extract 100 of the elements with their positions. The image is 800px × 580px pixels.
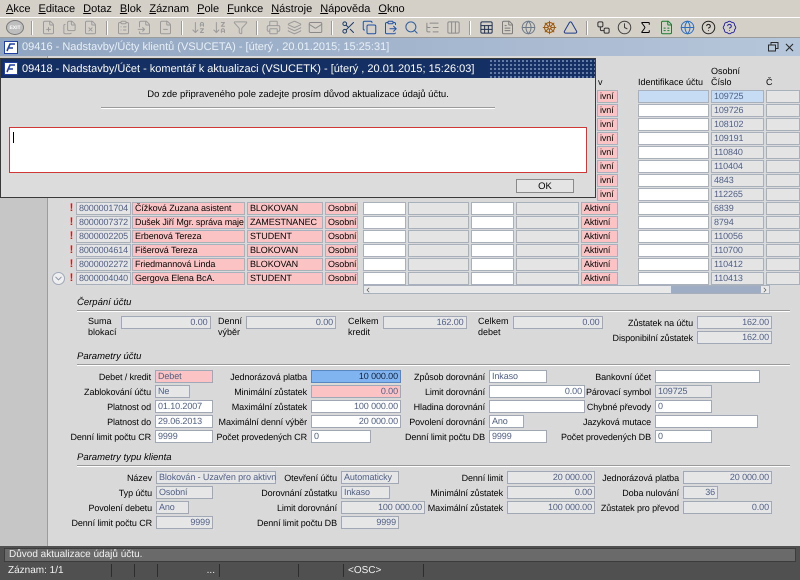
input-field[interactable]: 0.00 [683, 501, 772, 514]
menu-item[interactable]: Funkce [223, 2, 268, 14]
menu-item[interactable]: Okno [374, 2, 409, 14]
sort-ascending-icon[interactable] [191, 20, 206, 35]
menu-item[interactable]: Nápověda [316, 2, 374, 14]
input-field[interactable]: 9999 [489, 430, 547, 443]
menu-item[interactable]: Editace [34, 2, 80, 14]
scroll-right-icon[interactable] [761, 286, 769, 294]
globe-icon[interactable] [521, 20, 536, 35]
input-field[interactable]: 9999 [155, 430, 213, 443]
table-cell[interactable] [638, 132, 709, 144]
input-field[interactable]: Debet [155, 370, 213, 383]
table-cell[interactable] [471, 244, 514, 256]
table-cell[interactable] [363, 244, 406, 256]
input-field[interactable]: Blokován - Uzavřen pro aktivn [156, 471, 276, 484]
menu-item[interactable]: Akce [2, 2, 34, 14]
input-field[interactable]: Automaticky [341, 471, 399, 484]
input-field[interactable]: 10 000.00 [311, 370, 401, 383]
input-field[interactable]: 100 000.00 [341, 501, 425, 514]
scroll-down-icon[interactable] [52, 272, 64, 284]
table-cell[interactable] [363, 272, 406, 284]
document-icon[interactable] [500, 20, 515, 35]
table-cell[interactable] [363, 258, 406, 270]
input-field[interactable]: 0.00 [311, 385, 401, 398]
input-field[interactable]: 0.00 [120, 316, 211, 329]
table-cell[interactable] [638, 90, 709, 102]
input-field[interactable]: 20 000.00 [311, 415, 401, 428]
input-field[interactable]: 29.06.2013 [155, 415, 213, 428]
paste-icon[interactable] [383, 20, 398, 35]
horizontal-scrollbar[interactable] [363, 285, 770, 294]
menu-item[interactable]: Záznam [145, 2, 194, 14]
input-field[interactable]: 162.00 [697, 316, 772, 329]
spreadsheet-icon[interactable] [659, 20, 674, 35]
table-cell[interactable] [638, 202, 709, 214]
file-arrow-icon[interactable] [137, 20, 152, 35]
input-field[interactable]: Inkaso [341, 486, 390, 499]
scroll-left-icon[interactable] [364, 286, 372, 294]
table-cell[interactable] [471, 258, 514, 270]
menu-item[interactable]: Pole [193, 2, 224, 14]
input-field[interactable]: 0.00 [512, 316, 603, 329]
input-field[interactable]: Ne [155, 385, 190, 398]
input-field[interactable]: 0 [655, 430, 712, 443]
sort-descending-icon[interactable] [212, 20, 227, 35]
input-field[interactable]: 100 000.00 [311, 400, 401, 413]
table-cell[interactable] [471, 272, 514, 284]
copy-icon[interactable] [362, 20, 377, 35]
file-x-icon[interactable] [83, 20, 98, 35]
workflow-icon[interactable] [596, 20, 611, 35]
input-field[interactable]: 0.00 [489, 385, 585, 398]
input-field[interactable]: Inkaso [489, 370, 547, 383]
input-field[interactable]: Ano [156, 501, 189, 514]
input-field[interactable]: 20 000.00 [507, 471, 595, 484]
comment-field[interactable] [9, 127, 587, 173]
table-cell[interactable] [363, 216, 406, 228]
table-cell[interactable] [638, 118, 709, 130]
input-field[interactable]: 0 [655, 400, 712, 413]
input-field[interactable] [489, 400, 585, 413]
table-cell[interactable] [638, 244, 709, 256]
restore-icon[interactable] [768, 42, 779, 52]
input-field[interactable]: 0.00 [246, 316, 336, 329]
input-field[interactable]: 20 000.00 [683, 471, 772, 484]
menu-item[interactable]: Blok [116, 2, 146, 14]
table-cell[interactable] [638, 230, 709, 242]
input-field[interactable]: 162.00 [697, 331, 772, 344]
help-icon[interactable] [722, 20, 737, 35]
file-minus-icon[interactable] [158, 20, 173, 35]
wheel-icon[interactable] [542, 20, 557, 35]
clock-icon[interactable] [617, 20, 632, 35]
input-field[interactable]: 0 [311, 430, 371, 443]
globe-icon[interactable] [680, 20, 695, 35]
input-field[interactable]: Osobní [156, 486, 213, 499]
input-field[interactable]: 109725 [655, 385, 712, 398]
menu-item[interactable]: Nástroje [267, 2, 316, 14]
input-field[interactable]: 100 000.00 [507, 501, 595, 514]
filter-icon[interactable] [233, 20, 248, 35]
table-cell[interactable] [638, 146, 709, 158]
table-cell[interactable] [638, 188, 709, 200]
help-icon[interactable] [701, 20, 716, 35]
input-field[interactable]: 36 [683, 486, 718, 499]
mail-icon[interactable] [308, 20, 323, 35]
input-field[interactable]: Ano [489, 415, 524, 428]
file-plus-icon[interactable] [41, 20, 56, 35]
printer-icon[interactable] [266, 20, 281, 35]
table-cell[interactable] [638, 258, 709, 270]
table-cell[interactable] [471, 230, 514, 242]
list-icon[interactable] [425, 20, 440, 35]
table-cell[interactable] [363, 202, 406, 214]
table-cell[interactable] [638, 216, 709, 228]
search-icon[interactable] [404, 20, 419, 35]
triangle-icon[interactable] [563, 20, 578, 35]
table-cell[interactable] [471, 202, 514, 214]
input-field[interactable]: 01.10.2007 [155, 400, 213, 413]
files-icon[interactable] [62, 20, 77, 35]
input-field[interactable]: 9999 [341, 516, 399, 529]
layers-icon[interactable] [287, 20, 302, 35]
table-cell[interactable] [638, 104, 709, 116]
menu-item[interactable]: Dotaz [79, 2, 116, 14]
scissors-icon[interactable] [341, 20, 356, 35]
table-cell[interactable] [638, 272, 709, 284]
input-field[interactable]: 9999 [156, 516, 213, 529]
